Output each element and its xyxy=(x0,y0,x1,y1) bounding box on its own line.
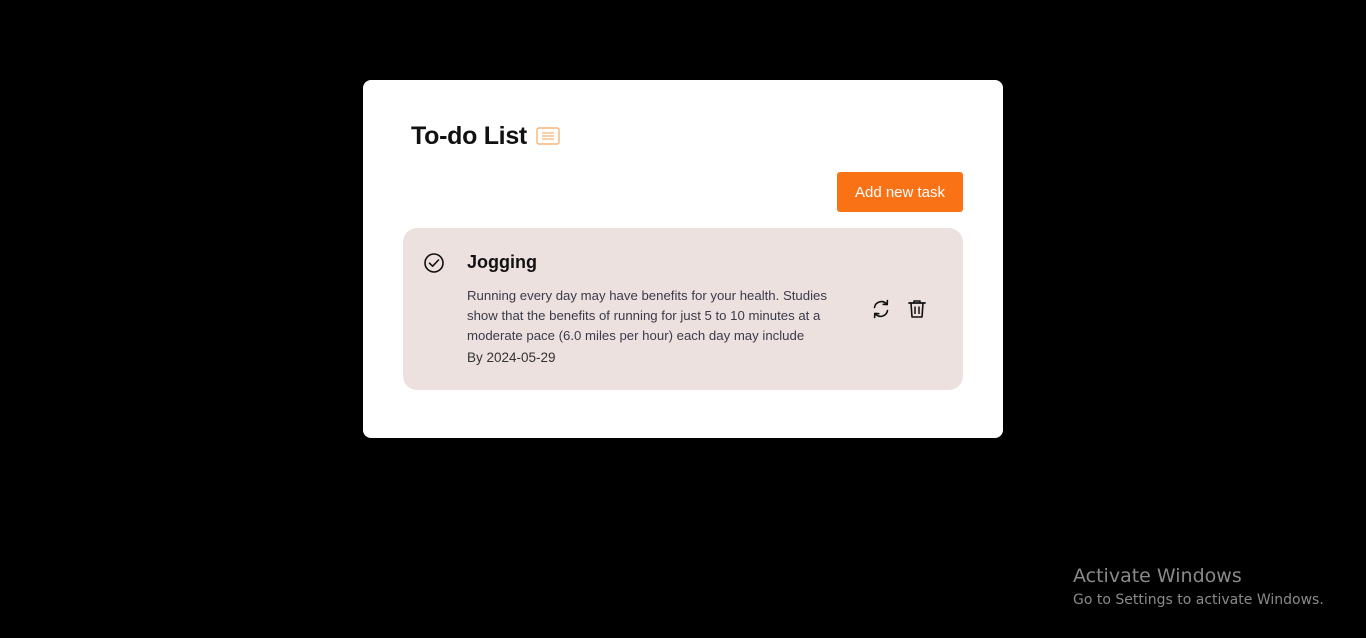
watermark-title: Activate Windows xyxy=(1073,565,1242,587)
task-description: Running every day may have benefits for … xyxy=(467,288,827,343)
watermark-subtitle: Go to Settings to activate Windows. xyxy=(1073,592,1324,608)
page-title: To-do List xyxy=(411,121,527,150)
list-icon xyxy=(536,127,560,145)
task-card: Jogging Running every day may have benef… xyxy=(403,228,963,390)
activate-windows-watermark: Activate Windows Go to Settings to activ… xyxy=(1073,564,1324,610)
trash-icon[interactable] xyxy=(906,298,928,320)
check-circle-icon[interactable] xyxy=(423,252,445,274)
add-new-task-button[interactable]: Add new task xyxy=(837,172,963,212)
todo-card: To-do List Add new task Jogging Running … xyxy=(363,80,1003,438)
task-title: Jogging xyxy=(467,252,537,272)
header: To-do List xyxy=(411,120,560,152)
task-due-date: By 2024-05-29 xyxy=(467,350,556,365)
refresh-icon[interactable] xyxy=(870,298,892,320)
